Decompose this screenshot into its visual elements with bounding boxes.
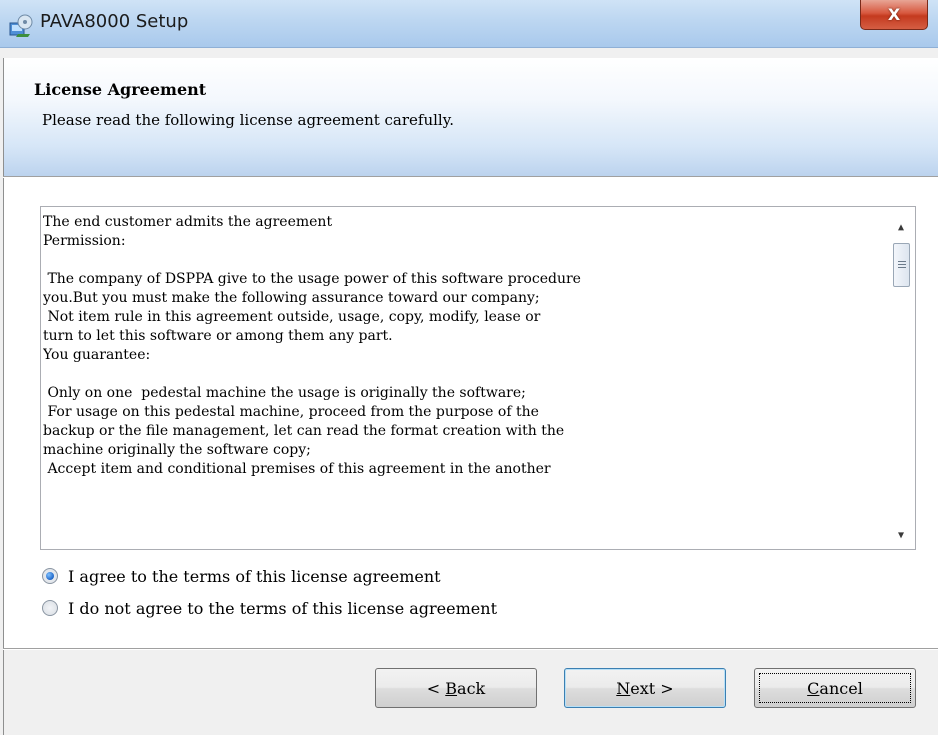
focus-rectangle	[759, 673, 911, 703]
title-bar[interactable]: PAVA8000 Setup X	[0, 0, 938, 48]
next-button-mnemonic: N	[616, 678, 631, 698]
back-button[interactable]: < Back	[375, 668, 537, 708]
vertical-scrollbar[interactable]: ▲ ▼	[887, 207, 915, 549]
scroll-up-arrow-icon[interactable]: ▲	[887, 217, 915, 237]
next-button-label: ext >	[630, 678, 674, 698]
agree-radio[interactable]	[42, 568, 58, 584]
back-button-prefix: <	[426, 678, 446, 698]
cancel-button[interactable]: Cancel	[754, 668, 916, 708]
close-button[interactable]: X	[860, 0, 928, 30]
header-banner: License Agreement Please read the follow…	[3, 58, 938, 176]
installer-icon	[9, 14, 33, 37]
disagree-radio[interactable]	[42, 600, 58, 616]
scroll-down-arrow-icon[interactable]: ▼	[887, 525, 915, 545]
page-subtitle: Please read the following license agreem…	[42, 111, 454, 129]
close-icon: X	[887, 5, 901, 24]
next-button[interactable]: Next >	[564, 668, 726, 708]
license-textbox[interactable]: The end customer admits the agreement Pe…	[40, 206, 916, 550]
grip-icon	[898, 261, 906, 269]
window-title: PAVA8000 Setup	[40, 11, 189, 32]
setup-window: PAVA8000 Setup X License Agreement Pleas…	[0, 0, 938, 735]
agree-option[interactable]: I agree to the terms of this license agr…	[42, 565, 441, 587]
back-button-mnemonic: B	[445, 678, 458, 698]
disagree-option[interactable]: I do not agree to the terms of this lice…	[42, 597, 497, 619]
page-title: License Agreement	[34, 80, 207, 99]
agree-label[interactable]: I agree to the terms of this license agr…	[68, 567, 441, 586]
back-button-label: ack	[457, 678, 486, 698]
scroll-thumb[interactable]	[893, 243, 910, 287]
disagree-label[interactable]: I do not agree to the terms of this lice…	[68, 599, 497, 618]
license-text[interactable]: The end customer admits the agreement Pe…	[43, 213, 881, 543]
